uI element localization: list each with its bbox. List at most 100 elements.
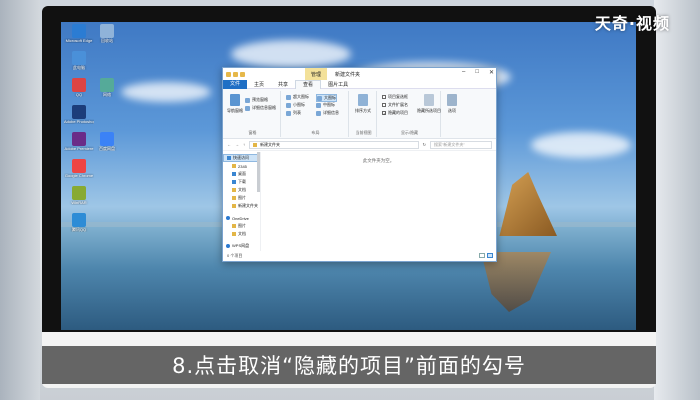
hide-selected-button[interactable]: 隐藏所选项目: [417, 94, 441, 114]
app-icon: [72, 78, 86, 92]
tab-manage[interactable]: 管理: [305, 68, 328, 80]
nav-item[interactable]: 图片: [223, 194, 260, 202]
nav-item[interactable]: 图片: [223, 222, 260, 230]
details-pane-button[interactable]: 详细信息窗格: [245, 105, 276, 111]
nav-item[interactable]: 下载: [223, 178, 260, 186]
layout-label: 详细信息: [323, 110, 339, 115]
nav-item[interactable]: 文档: [223, 186, 260, 194]
nav-item-label: WPS网盘: [232, 243, 250, 248]
tab-view[interactable]: 查看: [295, 79, 322, 89]
new-folder-icon[interactable]: [240, 71, 245, 77]
save-icon[interactable]: [233, 71, 238, 77]
sort-by-label: 排序方式: [355, 108, 371, 113]
folder-icon: [232, 196, 236, 200]
desktop-icon[interactable]: 腾讯QQ: [64, 213, 94, 232]
desktop-icon-label: 网络: [103, 92, 111, 97]
desktop-icon-label: 腾讯QQ: [71, 227, 87, 232]
preview-pane-button[interactable]: 预览窗格: [245, 97, 268, 103]
refresh-icon[interactable]: ↻: [423, 142, 426, 147]
layout-large-icons[interactable]: 大图标: [316, 94, 337, 102]
desktop-icon[interactable]: Adobe Premiere: [64, 132, 94, 151]
file-extensions-toggle[interactable]: 文件扩展名: [382, 102, 408, 108]
maximize-icon[interactable]: □: [475, 69, 479, 76]
navigation-pane-button[interactable]: 导航窗格: [227, 94, 243, 114]
tab-share[interactable]: 共享: [271, 81, 295, 88]
address-bar[interactable]: 新建文件夹: [249, 140, 419, 149]
nav-item-label: 图片: [238, 223, 246, 228]
folder-icon: [232, 224, 236, 228]
desktop-icon-label: 百度网盘: [99, 146, 115, 151]
layout-label: 超大图标: [293, 94, 309, 99]
list-icon: [286, 110, 291, 116]
desktop-icon-label: Google Chrome: [64, 173, 94, 178]
caption: 8.点击取消“隐藏的项目”前面的勾号: [42, 346, 656, 384]
cloud: [231, 40, 351, 68]
item-checkboxes-checkbox[interactable]: [382, 95, 386, 99]
layout-medium-icons[interactable]: 中图标: [316, 102, 335, 108]
preview-pane-icon: [245, 97, 250, 103]
desktop-icon[interactable]: Google Chrome: [64, 159, 94, 178]
current-view-group: 排序方式 当前视图: [351, 91, 377, 137]
app-icon: [100, 78, 114, 92]
forward-icon[interactable]: →: [235, 142, 239, 147]
view-buttons: [479, 253, 493, 258]
options-button[interactable]: 选项: [447, 94, 457, 114]
nav-item[interactable]: WPS网盘: [223, 242, 260, 250]
nav-scrollbar[interactable]: [257, 152, 260, 192]
item-checkboxes-toggle[interactable]: 项目复选框: [382, 94, 408, 100]
details-view-icon[interactable]: [479, 253, 485, 258]
extra-large-icons-icon: [286, 94, 291, 100]
tab-file[interactable]: 文件: [223, 79, 248, 89]
nav-item[interactable]: 新建文件夹: [223, 202, 260, 210]
close-icon[interactable]: ✕: [489, 69, 494, 76]
minimize-icon[interactable]: –: [462, 69, 465, 76]
desktop-icon[interactable]: 回收站: [92, 24, 122, 43]
app-icon: [72, 132, 86, 146]
sort-by-button[interactable]: 排序方式: [355, 94, 371, 114]
nav-item[interactable]: 2345: [223, 162, 260, 170]
small-icons-icon: [286, 102, 291, 108]
explorer-body: 快速访问 2345 桌面 下载 文档 图片 新建文件夹 OneDrive 图片 文档 WPS网盘 此…: [223, 152, 496, 251]
folder-icon: [253, 142, 257, 147]
nav-item[interactable]: 桌面: [223, 170, 260, 178]
ribbon-tabs: 文件 主页 共享 查看 图片工具: [223, 79, 496, 89]
desktop-icon[interactable]: 此电脑: [64, 51, 94, 70]
navigation-pane[interactable]: 快速访问 2345 桌面 下载 文档 图片 新建文件夹 OneDrive 图片 文档 WPS网盘: [223, 152, 261, 251]
nav-item[interactable]: 快速访问: [223, 154, 260, 162]
details-pane-label: 详细信息窗格: [252, 105, 276, 110]
file-list[interactable]: 此文件夹为空。: [261, 152, 496, 251]
desktop-icon[interactable]: Adobe Photoshop: [64, 105, 94, 124]
search-placeholder: 搜索"新建文件夹": [434, 141, 465, 147]
room-left-wall: [0, 0, 40, 400]
tab-picture-tools[interactable]: 图片工具: [321, 81, 355, 88]
desktop-icon[interactable]: 网络: [92, 78, 122, 97]
layout-list[interactable]: 列表: [286, 110, 301, 116]
title-bar[interactable]: 管理 新建文件夹 – □ ✕: [223, 68, 496, 80]
layout-small-icons[interactable]: 小图标: [286, 102, 305, 108]
hidden-items-checkbox[interactable]: [382, 111, 386, 115]
layout-extra-large-icons[interactable]: 超大图标: [286, 94, 309, 100]
desktop-icon-label: Adobe Photoshop: [64, 119, 94, 124]
nav-item[interactable]: 文档: [223, 230, 260, 238]
address-text: 新建文件夹: [260, 141, 280, 147]
quick-access-toolbar[interactable]: [223, 71, 245, 77]
layout-details[interactable]: 详细信息: [316, 110, 339, 116]
desktop-icon[interactable]: 百度网盘: [92, 132, 122, 151]
large-icons-view-icon[interactable]: [487, 253, 493, 258]
hidden-items-toggle[interactable]: 隐藏的项目: [382, 110, 408, 116]
app-icon: [72, 213, 86, 227]
folder-icon: [232, 180, 236, 184]
tab-home[interactable]: 主页: [247, 81, 271, 88]
item-count: 0 个项目: [227, 253, 243, 258]
nav-item-label: 下载: [238, 179, 246, 184]
explorer-window[interactable]: 管理 新建文件夹 – □ ✕ 文件 主页 共享 查看 图片工具 导航窗格 预览窗…: [222, 67, 497, 262]
file-extensions-checkbox[interactable]: [382, 103, 386, 107]
nav-item[interactable]: OneDrive: [223, 214, 260, 222]
back-icon[interactable]: ←: [227, 142, 231, 147]
search-input[interactable]: 搜索"新建文件夹": [430, 140, 492, 149]
desktop-icon[interactable]: QQ: [64, 78, 94, 97]
desktop-icon[interactable]: Microsoft Edge: [64, 24, 94, 43]
up-icon[interactable]: ↑: [243, 142, 245, 147]
desktop-icon[interactable]: WinRAR: [64, 186, 94, 205]
options-label: 选项: [448, 108, 456, 113]
